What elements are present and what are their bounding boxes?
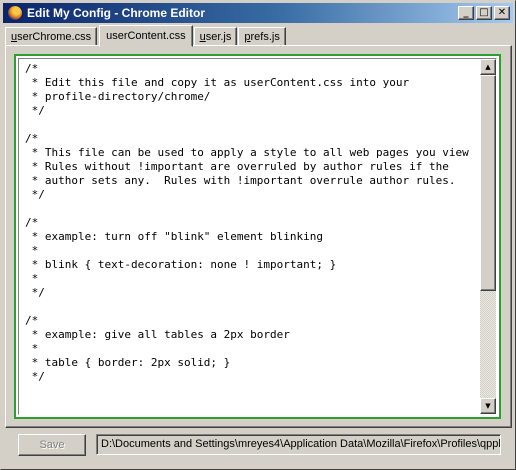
- tab-panel: /* * Edit this file and copy it as userC…: [5, 45, 512, 428]
- tab-userchrome-css[interactable]: u serChrome.css: [5, 27, 98, 46]
- minimize-button[interactable]: _: [458, 6, 474, 20]
- vertical-scrollbar[interactable]: ▲ ▼: [480, 59, 496, 414]
- tab-usercontent-css[interactable]: userContent.css: [99, 25, 193, 47]
- editor-window: Edit My Config - Chrome Editor _ □ ✕ u se…: [0, 0, 516, 470]
- arrow-down-icon: ▼: [485, 401, 491, 410]
- tab-strip: u serChrome.css userContent.css u ser.js p…: [5, 25, 287, 47]
- scroll-down-button[interactable]: ▼: [480, 398, 496, 414]
- editor-focus-frame: /* * Edit this file and copy it as userC…: [14, 54, 501, 419]
- tab-user-js[interactable]: u ser.js: [193, 27, 238, 46]
- scroll-up-button[interactable]: ▲: [480, 59, 496, 75]
- tab-label: userContent.css: [106, 30, 186, 42]
- file-path-field[interactable]: D:\Documents and Settings\mreyes4\Applic…: [96, 434, 501, 455]
- firefox-icon: [7, 5, 23, 21]
- editor-content[interactable]: /* * Edit this file and copy it as userC…: [25, 62, 477, 412]
- close-button[interactable]: ✕: [494, 6, 510, 20]
- title-bar[interactable]: Edit My Config - Chrome Editor _ □ ✕: [3, 3, 513, 23]
- editor-textarea[interactable]: /* * Edit this file and copy it as userC…: [18, 58, 497, 415]
- scrollbar-thumb[interactable]: [480, 75, 496, 291]
- maximize-button[interactable]: □: [476, 6, 492, 20]
- tab-label: refs.js: [250, 30, 280, 43]
- tab-label: ser.js: [205, 30, 232, 43]
- save-button[interactable]: Save: [18, 434, 86, 456]
- tab-prefs-js[interactable]: p refs.js: [238, 27, 286, 46]
- arrow-up-icon: ▲: [485, 62, 491, 71]
- window-title: Edit My Config - Chrome Editor: [27, 6, 205, 20]
- tab-label: serChrome.css: [17, 30, 92, 43]
